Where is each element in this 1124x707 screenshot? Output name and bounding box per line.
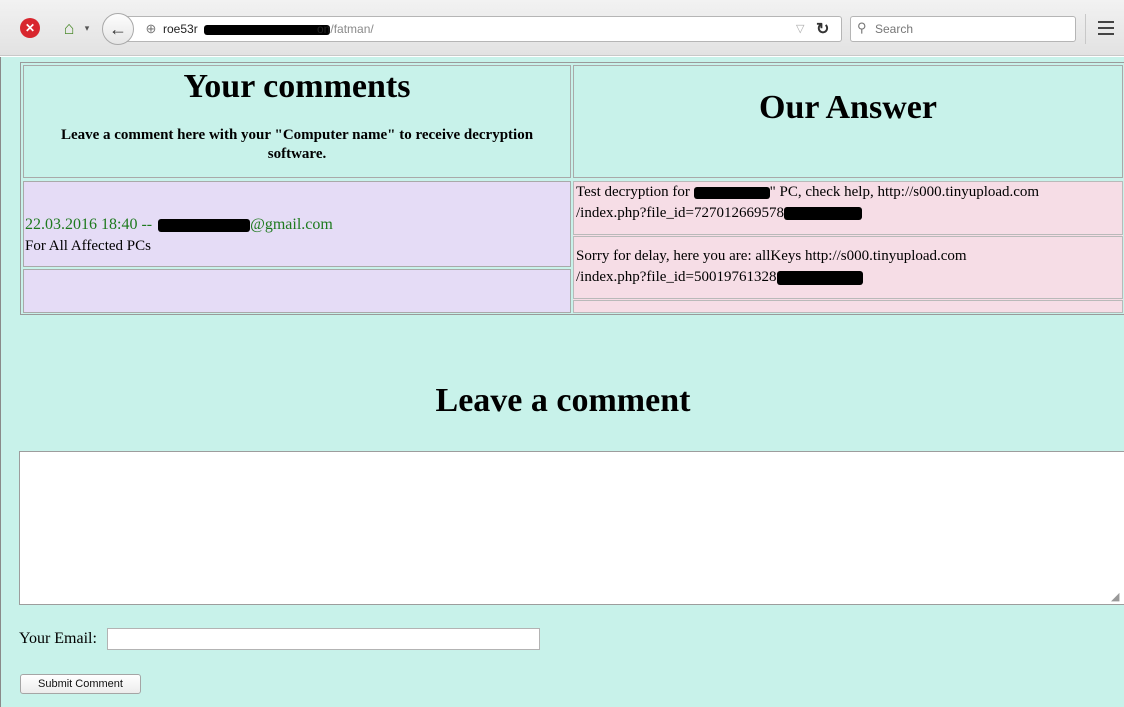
leave-comment-heading: Leave a comment (435, 382, 691, 419)
search-bar[interactable]: ⚲ (850, 16, 1076, 42)
submit-comment-button[interactable]: Submit Comment (20, 674, 141, 694)
comment-date: 22.03.2016 18:40 -- (25, 216, 153, 233)
browser-toolbar: ✕ ⌂ ▾ ⊕ roe53r on/fatman/ ▽ ↻ ← ⚲ (0, 0, 1124, 56)
url-path: /fatman/ (330, 22, 374, 36)
menu-icon[interactable] (1098, 18, 1114, 38)
comment-textarea[interactable] (19, 451, 1124, 605)
email-label: Your Email: (19, 630, 97, 647)
back-arrow-icon[interactable]: ← (102, 13, 134, 45)
answer-line: Test decryption for " PC, check help, ht… (576, 182, 1120, 203)
our-answer-title: Our Answer (759, 89, 937, 126)
url-suffix: on (317, 22, 331, 36)
toolbar-divider (1085, 14, 1086, 44)
comment-meta: 22.03.2016 18:40 -- @gmail.com (25, 215, 333, 234)
answer-file-link[interactable]: /index.php?file_id=50019761328 (576, 269, 777, 285)
page-content: Your comments Leave a comment here with … (0, 57, 1124, 707)
answer-text-suffix: " PC, check help, http://s000.tinyupload… (769, 184, 1040, 200)
our-answer-header: Our Answer (573, 65, 1123, 178)
home-icon[interactable]: ⌂ (58, 17, 80, 39)
answer-line: /index.php?file_id=727012669578 (576, 203, 1120, 224)
search-input[interactable] (875, 20, 1071, 38)
answer-item: Sorry for delay, here you are: allKeys h… (573, 236, 1123, 299)
url-redaction (204, 25, 330, 35)
search-icon: ⚲ (857, 20, 867, 35)
answer-text-prefix: Test decryption for (576, 184, 690, 200)
comments-table: Your comments Leave a comment here with … (20, 62, 1124, 315)
email-field[interactable] (107, 628, 540, 650)
your-comments-subtitle: Leave a comment here with your "Computer… (60, 127, 534, 162)
your-comments-header: Your comments Leave a comment here with … (23, 65, 571, 178)
answer-cell: Test decryption for " PC, check help, ht… (573, 181, 1123, 313)
url-host: roe53r (163, 22, 198, 36)
url-bar[interactable]: ⊕ roe53r on/fatman/ ▽ ↻ (118, 16, 842, 42)
answer-line: /index.php?file_id=50019761328 (576, 267, 1120, 288)
answer-text: Sorry for delay, here you are: allKeys h… (576, 248, 967, 264)
answer-item-empty (573, 300, 1123, 313)
reload-icon[interactable]: ↻ (816, 19, 829, 39)
url-text: on/fatman/ (317, 22, 374, 36)
chevron-down-icon[interactable]: ▾ (82, 20, 92, 36)
comment-text: For All Affected PCs (25, 238, 151, 254)
comment-cell: 22.03.2016 18:40 -- @gmail.com For All A… (23, 181, 571, 267)
stop-icon[interactable]: ✕ (20, 18, 40, 38)
file-id-redaction (784, 207, 863, 221)
resize-grip-icon[interactable]: ◢ (1111, 591, 1123, 603)
answer-file-link[interactable]: /index.php?file_id=727012669578 (576, 205, 784, 221)
url-dropdown-icon[interactable]: ▽ (796, 22, 804, 35)
globe-icon: ⊕ (145, 21, 157, 36)
answer-item: Test decryption for " PC, check help, ht… (573, 181, 1123, 235)
comment-cell-empty (23, 269, 571, 313)
your-comments-title: Your comments (183, 68, 411, 105)
file-id-redaction (776, 270, 863, 285)
comment-email-suffix: @gmail.com (250, 216, 333, 233)
email-redaction (158, 218, 251, 232)
pc-name-redaction (693, 186, 770, 199)
